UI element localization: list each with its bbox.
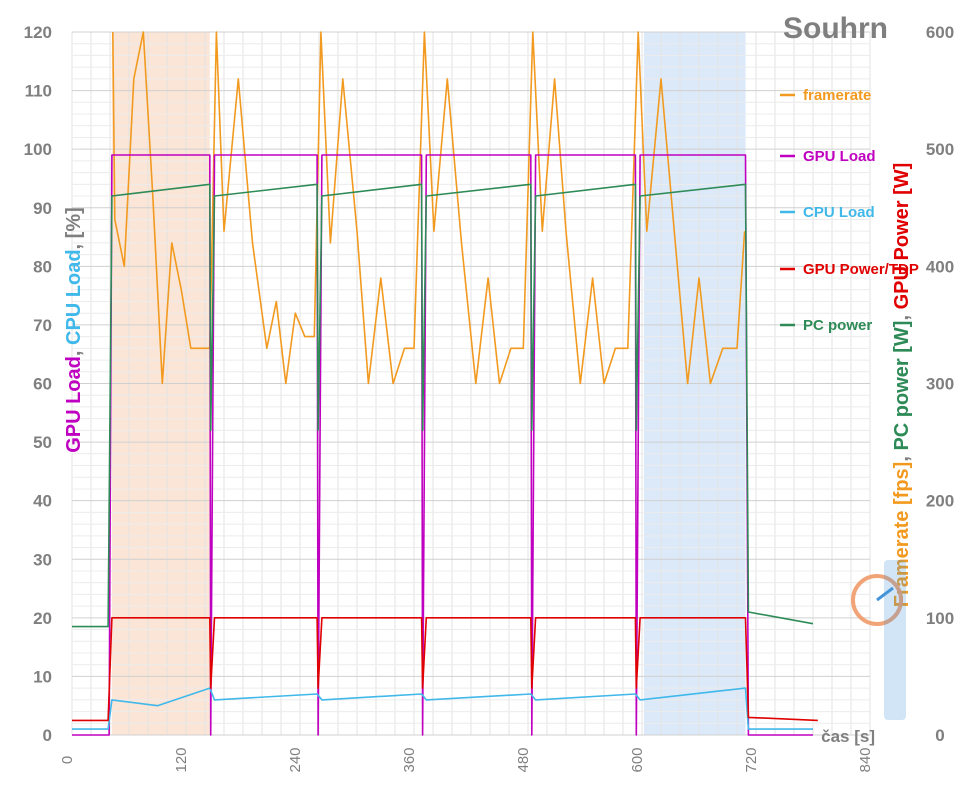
x-tick-label: 0 [59, 756, 76, 764]
legend-label: framerate [803, 87, 871, 104]
legend-label: CPU Load [803, 204, 875, 221]
x-tick-label: 840 [857, 747, 874, 772]
y-left-tick-label: 60 [33, 375, 52, 394]
logo-bar-icon [884, 560, 906, 720]
chart-title: Souhrn [783, 12, 888, 45]
y-right-tick-label: 400 [926, 257, 954, 276]
left-label-cpu: CPU Load [63, 249, 85, 345]
y-left-tick-label: 50 [33, 433, 52, 452]
right-label-pc: PC power [W] [891, 321, 913, 451]
grid-lines [71, 31, 871, 736]
x-tick-label: 720 [743, 747, 760, 772]
y-left-tick-label: 120 [24, 23, 52, 42]
y-right-tick-label: 0 [935, 726, 944, 745]
summary-chart: 0 10 20 30 40 50 60 70 80 90 100 110 120 0 100 200 300 4… [0, 0, 960, 788]
left-label-sep: , [63, 345, 85, 356]
left-label-gpu: GPU Load [63, 356, 85, 453]
y-left-tick-label: 10 [33, 667, 52, 686]
y-left-tick-label: 100 [24, 140, 52, 159]
y-left-tick-label: 0 [43, 726, 52, 745]
y-left-tick-label: 70 [33, 316, 52, 335]
y-right-tick-label: 500 [926, 140, 954, 159]
y-right-tick-label: 600 [926, 23, 954, 42]
y-left-tick-label: 40 [33, 492, 52, 511]
legend-label: PC power [803, 317, 872, 334]
y-right-tick-label: 300 [926, 375, 954, 394]
x-tick-label: 360 [401, 747, 418, 772]
left-label-unit: , [%] [63, 207, 85, 249]
x-tick-label: 240 [287, 747, 304, 772]
right-axis-label: Framerate [fps], PC power [W], GPU Power… [891, 163, 913, 608]
y-right-tick-label: 200 [926, 492, 954, 511]
x-axis-label: čas [s] [821, 727, 875, 746]
y-left-tick-label: 90 [33, 199, 52, 218]
legend-label: GPU Load [803, 148, 876, 165]
y-left-tick-label: 110 [25, 82, 52, 101]
y-left-tick-label: 30 [33, 550, 52, 569]
left-axis-label: GPU Load, CPU Load, [%] [63, 207, 85, 453]
y-left-tick-label: 20 [33, 609, 52, 628]
right-label-sep-2: , [891, 309, 913, 320]
y-right-tick-label: 100 [926, 609, 954, 628]
x-tick-label: 480 [515, 747, 532, 772]
right-label-gpu-power: GPU Power [W] [891, 163, 913, 310]
x-tick-label: 600 [629, 747, 646, 772]
y-left-tick-label: 80 [33, 257, 52, 276]
x-tick-label: 120 [173, 747, 190, 772]
right-label-sep-1: , [891, 451, 913, 462]
